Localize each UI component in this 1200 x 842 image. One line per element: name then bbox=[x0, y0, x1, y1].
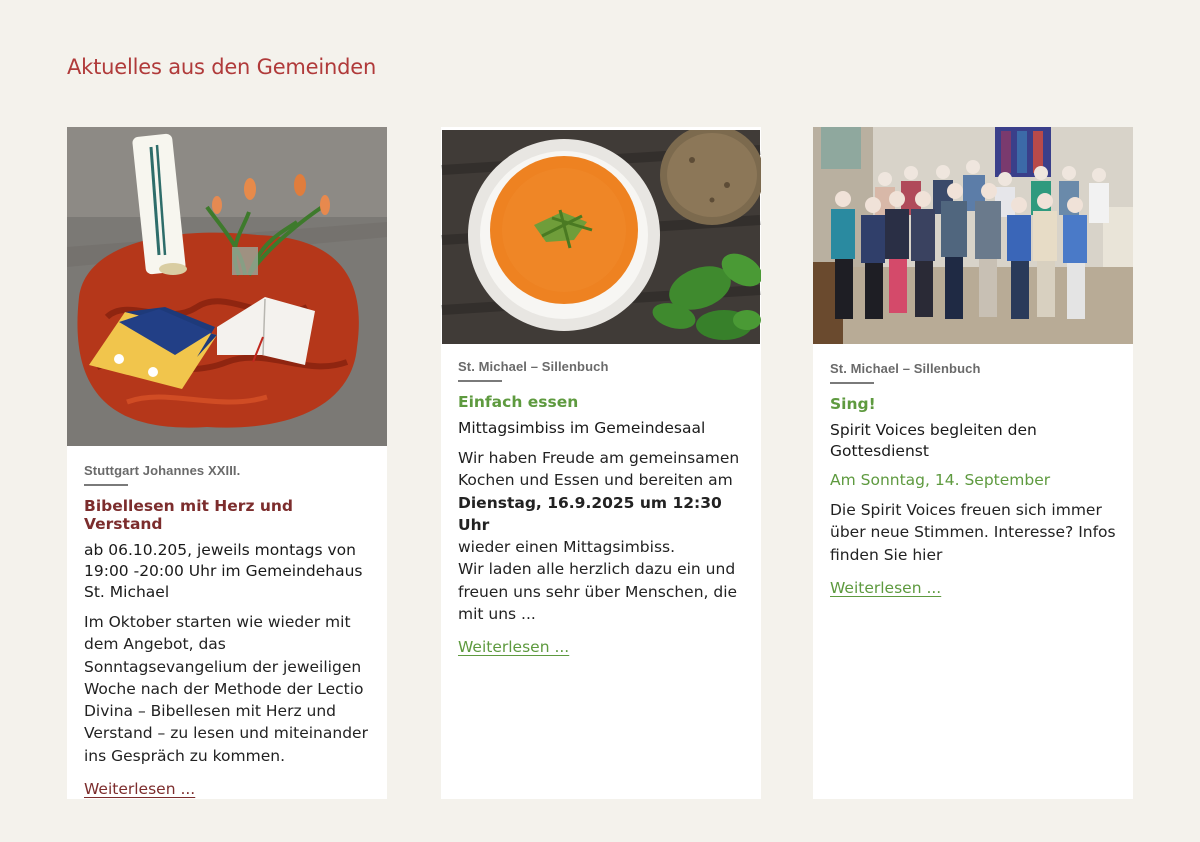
parish-label: St. Michael – Sillenbuch bbox=[830, 361, 981, 376]
body-text-part: Wir laden alle herzlich dazu ein und fre… bbox=[458, 560, 738, 624]
choir-group-photo[interactable] bbox=[813, 127, 1133, 344]
card-body-text: Wir haben Freude am gemeinsamen Kochen u… bbox=[458, 447, 744, 625]
parish-divider bbox=[458, 380, 502, 382]
card-body-text: Im Oktober starten wie wieder mit dem An… bbox=[84, 613, 368, 765]
parish-label: Stuttgart Johannes XXIII. bbox=[84, 463, 241, 478]
parish-divider bbox=[84, 484, 128, 486]
card-kicker[interactable]: Sing! bbox=[830, 395, 1116, 413]
read-more-link[interactable]: Weiterlesen ... bbox=[830, 579, 941, 597]
section-title: Aktuelles aus den Gemeinden bbox=[67, 55, 377, 79]
card-kicker[interactable]: Einfach essen bbox=[458, 393, 744, 411]
candle-bible-altar-photo[interactable] bbox=[67, 127, 387, 446]
card-dateline: Am Sonntag, 14. September bbox=[830, 471, 1051, 489]
card-body: St. Michael – Sillenbuch Sing! Spirit Vo… bbox=[813, 344, 1133, 597]
card-headline: Spirit Voices begleiten den Gottesdienst bbox=[830, 421, 1037, 460]
card-kicker[interactable]: Bibellesen mit Herz und Verstand bbox=[84, 497, 370, 533]
card-body: St. Michael – Sillenbuch Einfach essen M… bbox=[441, 344, 761, 656]
body-text-bold: Dienstag, 16.9.2025 um 12:30 Uhr bbox=[458, 493, 722, 534]
tomato-soup-photo[interactable] bbox=[441, 130, 761, 344]
parish-label: St. Michael – Sillenbuch bbox=[458, 359, 609, 374]
body-text-part: Wir haben Freude am gemeinsamen Kochen u… bbox=[458, 449, 740, 490]
card-headline: Mittagsimbiss im Gemeindesaal bbox=[458, 419, 706, 437]
read-more-link[interactable]: Weiterlesen ... bbox=[458, 638, 569, 656]
news-card: St. Michael – Sillenbuch Sing! Spirit Vo… bbox=[813, 127, 1133, 799]
card-headline: ab 06.10.205, jeweils montags von 19:00 … bbox=[84, 541, 363, 601]
news-card: Stuttgart Johannes XXIII. Bibellesen mit… bbox=[67, 127, 387, 799]
card-body: Stuttgart Johannes XXIII. Bibellesen mit… bbox=[67, 446, 387, 798]
body-text-part: wieder einen Mittagsimbiss. bbox=[458, 538, 676, 557]
card-body-text: Die Spirit Voices freuen sich immer über… bbox=[830, 501, 1116, 564]
news-card: St. Michael – Sillenbuch Einfach essen M… bbox=[441, 127, 761, 799]
parish-divider bbox=[830, 382, 874, 384]
read-more-link[interactable]: Weiterlesen ... bbox=[84, 780, 195, 798]
